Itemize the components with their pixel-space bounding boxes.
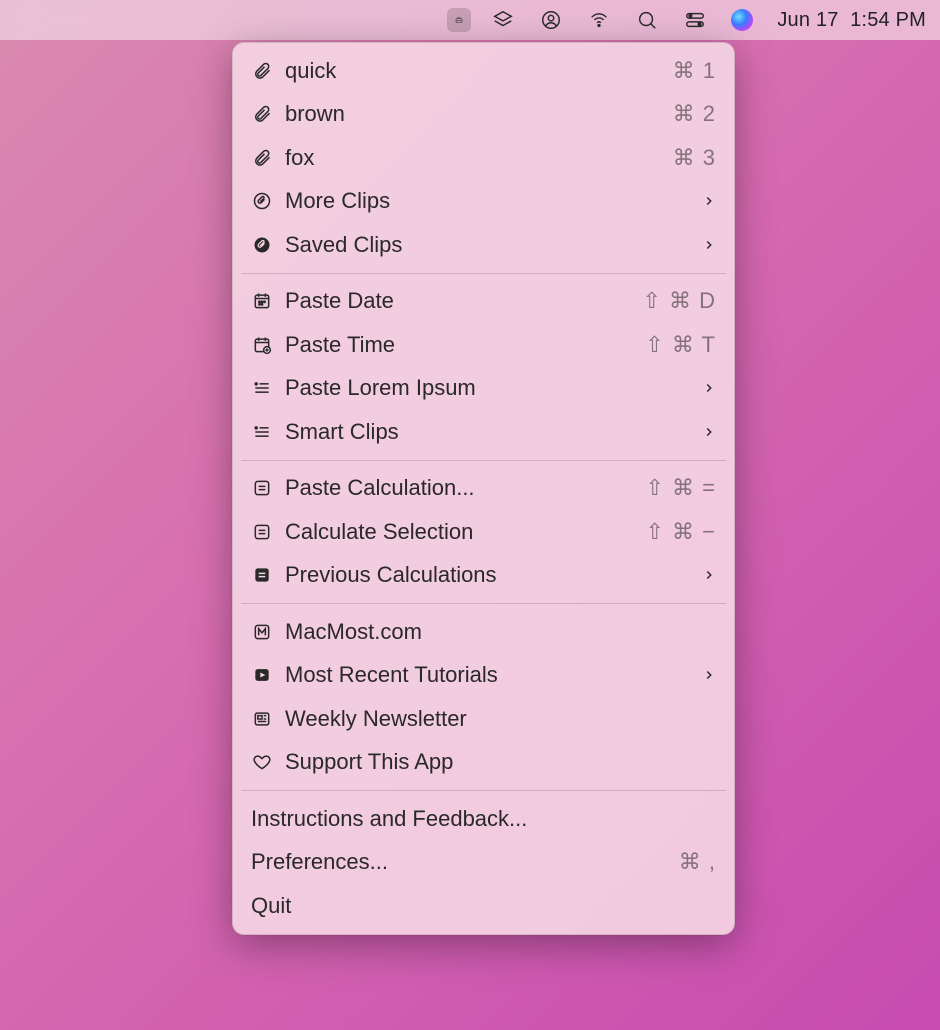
- menu-item[interactable]: Paste Calculation... ⇧ ⌘ =: [239, 467, 728, 511]
- menubar: Jun 17 1:54 PM: [0, 0, 940, 40]
- menu-item[interactable]: brown ⌘ 2: [239, 93, 728, 137]
- chevron-right-icon: [702, 419, 716, 445]
- menubar-time: 1:54 PM: [850, 9, 926, 31]
- menu-item[interactable]: Paste Date ⇧ ⌘ D: [239, 280, 728, 324]
- menu-separator: [241, 603, 726, 604]
- equals-box-fill-icon: [251, 564, 273, 586]
- menu-item-label: quick: [285, 58, 661, 84]
- menu-item[interactable]: Weekly Newsletter: [239, 697, 728, 741]
- menu-shortcut: ⌘ 1: [673, 58, 716, 84]
- menu-shortcut: ⇧ ⌘ D: [642, 288, 716, 314]
- menu-item-label: Preferences...: [251, 849, 667, 875]
- chevron-right-icon: [702, 188, 716, 214]
- control-center-icon[interactable]: [683, 8, 707, 32]
- menu-item-label: Quit: [251, 893, 716, 919]
- calendar-plus-icon: [251, 334, 273, 356]
- menu-item-label: brown: [285, 101, 661, 127]
- menu-item-label: Weekly Newsletter: [285, 706, 716, 732]
- menubar-datetime[interactable]: Jun 17 1:54 PM: [777, 9, 926, 32]
- paperclip-icon: [251, 103, 273, 125]
- menu-item[interactable]: Calculate Selection ⇧ ⌘ −: [239, 510, 728, 554]
- menu-item[interactable]: Support This App: [239, 741, 728, 785]
- menu-shortcut: ⌘ 2: [673, 101, 716, 127]
- paperclip-circle-fill-icon: [251, 234, 273, 256]
- play-fill-icon: [251, 664, 273, 686]
- siri-icon[interactable]: [731, 9, 753, 31]
- heart-icon: [251, 751, 273, 773]
- menu-item-label: Paste Time: [285, 332, 633, 358]
- menu-item-label: Paste Calculation...: [285, 475, 633, 501]
- dropdown-menu: quick ⌘ 1 brown ⌘ 2 fox ⌘ 3 More Clips Saved Cl…: [232, 42, 735, 935]
- menu-item-label: Instructions and Feedback...: [251, 806, 716, 832]
- m-box-icon: [251, 621, 273, 643]
- paperclip-icon: [251, 147, 273, 169]
- menu-item-label: Paste Lorem Ipsum: [285, 375, 690, 401]
- equals-box-icon: [251, 521, 273, 543]
- menu-item-label: Most Recent Tutorials: [285, 662, 690, 688]
- menubar-date: Jun 17: [777, 9, 838, 31]
- menu-item-label: Support This App: [285, 749, 716, 775]
- menu-item[interactable]: MacMost.com: [239, 610, 728, 654]
- menu-separator: [241, 273, 726, 274]
- menu-item[interactable]: fox ⌘ 3: [239, 136, 728, 180]
- list-lines-icon: [251, 421, 273, 443]
- status-icons: Jun 17 1:54 PM: [451, 8, 926, 32]
- menu-item-label: Saved Clips: [285, 232, 690, 258]
- menu-item[interactable]: Saved Clips: [239, 223, 728, 267]
- menu-item-label: More Clips: [285, 188, 690, 214]
- menu-item-label: Calculate Selection: [285, 519, 633, 545]
- menu-item-label: MacMost.com: [285, 619, 716, 645]
- menu-item-label: Smart Clips: [285, 419, 690, 445]
- calendar-icon: [251, 290, 273, 312]
- paperclip-circle-icon: [251, 190, 273, 212]
- stack-icon[interactable]: [491, 8, 515, 32]
- menu-item[interactable]: Instructions and Feedback...: [239, 797, 728, 841]
- menu-shortcut: ⇧ ⌘ =: [645, 475, 716, 501]
- chevron-right-icon: [702, 662, 716, 688]
- menu-shortcut: ⌘ ,: [679, 849, 716, 875]
- list-lines-icon: [251, 377, 273, 399]
- menu-item[interactable]: quick ⌘ 1: [239, 49, 728, 93]
- menu-shortcut: ⇧ ⌘ T: [645, 332, 716, 358]
- chevron-right-icon: [702, 375, 716, 401]
- menu-item[interactable]: Smart Clips: [239, 410, 728, 454]
- menu-item[interactable]: Quit: [239, 884, 728, 928]
- menu-item[interactable]: More Clips: [239, 180, 728, 224]
- equals-box-icon: [251, 477, 273, 499]
- menu-item-label: fox: [285, 145, 661, 171]
- menu-item[interactable]: Paste Lorem Ipsum: [239, 367, 728, 411]
- menu-shortcut: ⌘ 3: [673, 145, 716, 171]
- paperclip-icon: [251, 60, 273, 82]
- menu-item-label: Previous Calculations: [285, 562, 690, 588]
- search-icon[interactable]: [635, 8, 659, 32]
- menu-item-label: Paste Date: [285, 288, 630, 314]
- menu-item[interactable]: Previous Calculations: [239, 554, 728, 598]
- chevron-right-icon: [702, 562, 716, 588]
- newspaper-icon: [251, 708, 273, 730]
- wifi-icon[interactable]: [587, 8, 611, 32]
- menu-shortcut: ⇧ ⌘ −: [645, 519, 716, 545]
- user-circle-icon[interactable]: [539, 8, 563, 32]
- menu-item[interactable]: Paste Time ⇧ ⌘ T: [239, 323, 728, 367]
- menu-item[interactable]: Most Recent Tutorials: [239, 654, 728, 698]
- menu-separator: [241, 790, 726, 791]
- chevron-right-icon: [702, 232, 716, 258]
- menu-item[interactable]: Preferences... ⌘ ,: [239, 841, 728, 885]
- toolbox-menu-icon[interactable]: [447, 8, 471, 32]
- menu-separator: [241, 460, 726, 461]
